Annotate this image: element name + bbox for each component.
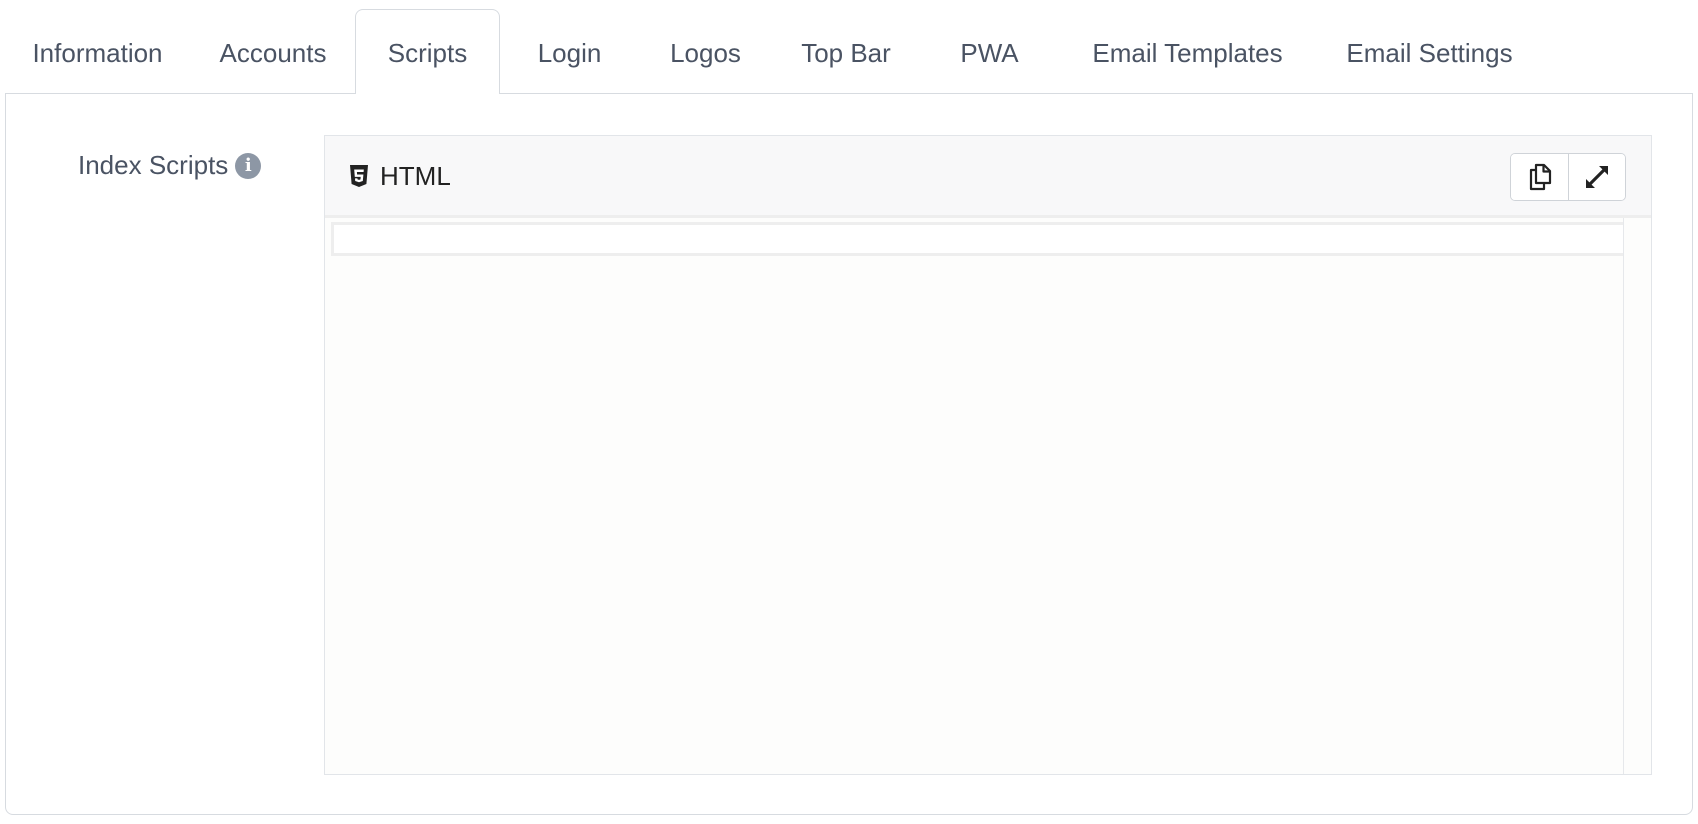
tab-label: Logos: [670, 37, 741, 68]
tab-label: PWA: [960, 37, 1019, 68]
index-scripts-label: Index Scripts i: [78, 150, 262, 181]
tab-label: Information: [32, 37, 163, 68]
tab-email-settings[interactable]: Email Settings: [1316, 10, 1543, 94]
editor-language: HTML: [349, 136, 451, 216]
tab-scripts[interactable]: Scripts: [355, 9, 500, 94]
tab-label: Email Settings: [1346, 37, 1513, 68]
tab-label: Top Bar: [801, 37, 891, 68]
tab-information[interactable]: Information: [4, 10, 191, 94]
tab-login[interactable]: Login: [500, 10, 639, 94]
fullscreen-button[interactable]: [1568, 154, 1625, 200]
editor-scrollbar[interactable]: [1623, 218, 1651, 774]
copy-button[interactable]: [1511, 154, 1568, 200]
settings-tabs: Information Accounts Scripts Login Logos…: [4, 9, 1543, 94]
tab-logos[interactable]: Logos: [639, 10, 772, 94]
tab-email-templates[interactable]: Email Templates: [1059, 10, 1316, 94]
tab-pwa[interactable]: PWA: [920, 10, 1059, 94]
code-input-area[interactable]: [325, 218, 1623, 774]
tab-top-bar[interactable]: Top Bar: [772, 10, 920, 94]
editor-header: HTML: [325, 136, 1651, 218]
field-label-text: Index Scripts: [78, 150, 229, 180]
html5-icon: [350, 165, 368, 187]
info-circle-icon[interactable]: i: [235, 152, 262, 179]
expand-icon: [1586, 166, 1608, 188]
editor-toolbar: [1510, 153, 1626, 201]
editor-language-label: HTML: [380, 160, 451, 191]
active-code-line[interactable]: [331, 222, 1644, 256]
tab-label: Scripts: [387, 37, 468, 68]
tab-label: Accounts: [219, 37, 327, 68]
copy-icon: [1529, 163, 1551, 191]
tab-label: Login: [537, 37, 602, 68]
tab-label: Email Templates: [1092, 37, 1283, 68]
tab-accounts[interactable]: Accounts: [191, 10, 355, 94]
code-editor: HTML: [324, 135, 1652, 775]
